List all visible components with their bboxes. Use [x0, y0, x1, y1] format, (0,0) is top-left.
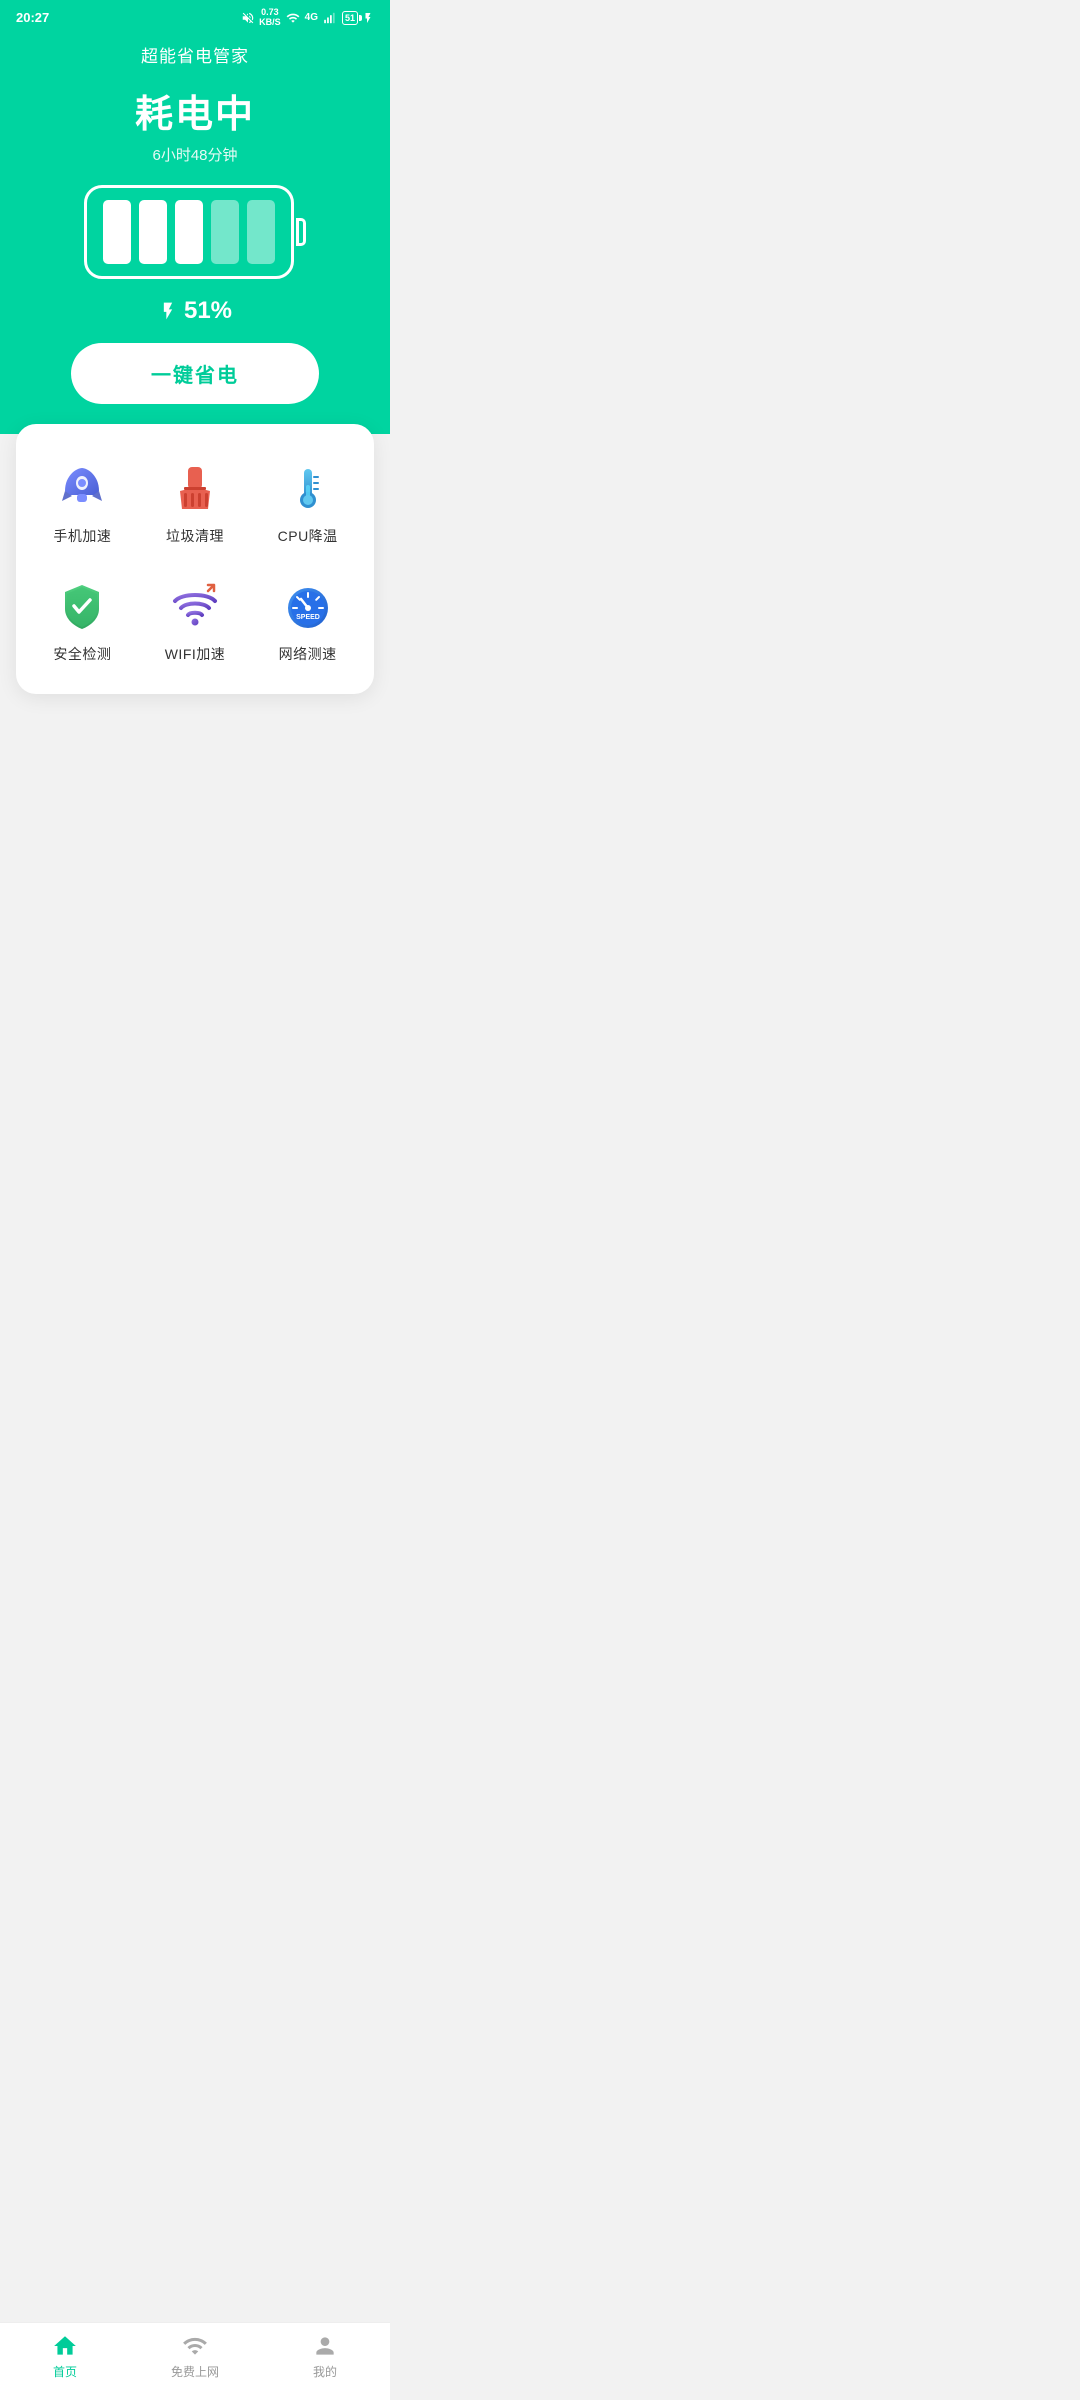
wifi-boost-icon	[167, 578, 223, 634]
battery-status-bar: 51	[342, 11, 358, 25]
free-internet-icon	[182, 2333, 208, 2359]
security-label: 安全检测	[53, 644, 111, 664]
battery-visual	[84, 185, 306, 279]
home-icon	[52, 2333, 78, 2359]
shield-icon	[54, 578, 110, 634]
duration-display: 6小时48分钟	[20, 144, 370, 165]
features-card: 手机加速 垃圾清理	[16, 424, 374, 694]
feature-cpu-cool[interactable]: CPU降温	[251, 448, 364, 566]
feature-junk-clean[interactable]: 垃圾清理	[139, 448, 252, 566]
mine-icon	[312, 2333, 338, 2359]
phone-boost-label: 手机加速	[53, 526, 111, 546]
thermometer-icon	[280, 460, 336, 516]
bottom-nav: 首页 免费上网 我的	[0, 2322, 390, 2400]
battery-percent-display: 51%	[20, 297, 370, 325]
battery-bar-5	[247, 200, 275, 264]
lightning-icon	[158, 299, 178, 323]
wifi-status-icon	[285, 11, 301, 25]
network-speed-label: 网络测速	[279, 644, 337, 664]
features-grid: 手机加速 垃圾清理	[26, 448, 364, 684]
nav-free-internet[interactable]: 免费上网	[130, 2333, 260, 2380]
nav-mine[interactable]: 我的	[260, 2333, 390, 2380]
broom-icon	[167, 460, 223, 516]
hero-section: 超能省电管家 耗电中 6小时48分钟 51% 一键省电	[0, 32, 390, 434]
feature-security[interactable]: 安全检测	[26, 566, 139, 684]
time-display: 20:27	[16, 10, 49, 25]
svg-text:SPEED: SPEED	[296, 614, 320, 621]
mute-icon	[241, 11, 255, 25]
nav-home[interactable]: 首页	[0, 2333, 130, 2380]
home-nav-label: 首页	[53, 2363, 77, 2380]
battery-bar-4	[211, 200, 239, 264]
speedometer-icon: SPEED	[280, 578, 336, 634]
charging-status: 耗电中	[20, 83, 370, 138]
rocket-icon	[54, 460, 110, 516]
feature-phone-boost[interactable]: 手机加速	[26, 448, 139, 566]
free-internet-nav-label: 免费上网	[171, 2363, 219, 2380]
signal-indicator: 4G	[305, 12, 318, 23]
signal-bars-icon	[322, 11, 338, 25]
status-icons: 0.73KB/S 4G 51	[241, 8, 374, 28]
network-speed-display: 0.73KB/S	[259, 8, 281, 28]
battery-bar-2	[139, 200, 167, 264]
status-bar: 20:27 0.73KB/S 4G 51	[0, 0, 390, 32]
battery-bar-1	[103, 200, 131, 264]
mine-nav-label: 我的	[313, 2363, 337, 2380]
wifi-boost-label: WIFI加速	[165, 644, 226, 664]
cpu-cool-label: CPU降温	[278, 526, 338, 546]
one-key-save-button[interactable]: 一键省电	[71, 343, 319, 404]
feature-network-speed[interactable]: SPEED 网络测速	[251, 566, 364, 684]
battery-tip	[296, 218, 306, 246]
battery-body	[84, 185, 294, 279]
app-title: 超能省电管家	[20, 42, 370, 67]
content-area	[0, 710, 390, 1150]
feature-wifi-boost[interactable]: WIFI加速	[139, 566, 252, 684]
charging-icon-status	[362, 11, 374, 25]
battery-bar-3	[175, 200, 203, 264]
junk-clean-label: 垃圾清理	[166, 526, 224, 546]
